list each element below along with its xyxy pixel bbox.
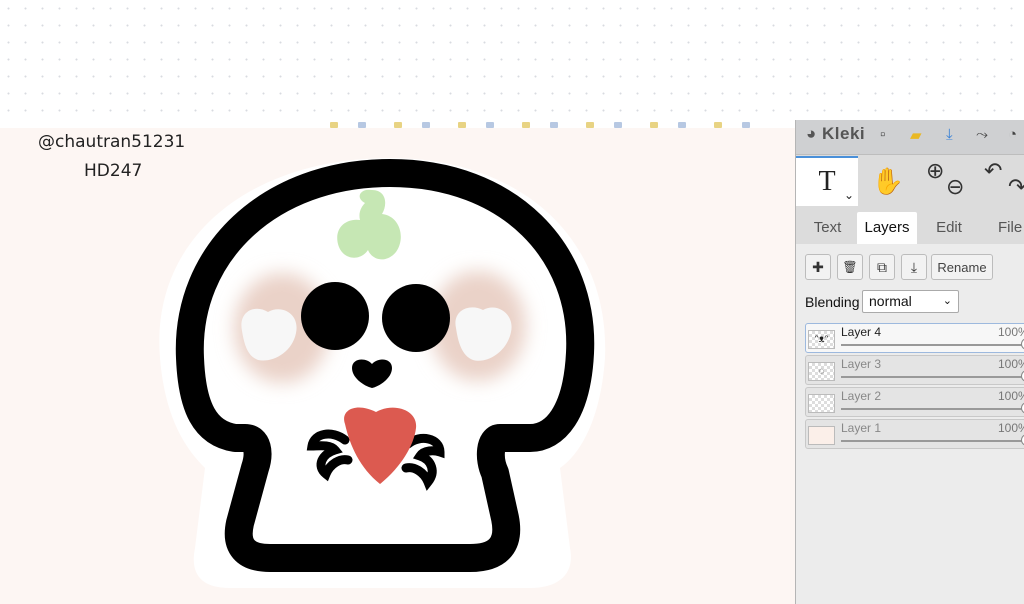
- layer-name: Layer 2: [841, 389, 882, 403]
- merge-layer-button[interactable]: ⤓: [901, 254, 927, 280]
- text-tool-button[interactable]: T ⌄: [796, 156, 858, 206]
- layer-name: Layer 4: [841, 325, 882, 339]
- credit-code: HD247: [84, 161, 143, 181]
- hand-tool-button[interactable]: ✋: [858, 156, 918, 206]
- help-icon[interactable]: ◔: [1008, 126, 1017, 143]
- duplicate-icon: ⧉: [877, 258, 887, 275]
- duplicate-layer-button[interactable]: ⧉: [869, 254, 895, 280]
- layer-name: Layer 1: [841, 421, 882, 435]
- blending-select[interactable]: normal ⌄: [862, 290, 959, 313]
- layer-row[interactable]: Layer 1 100%: [805, 419, 1024, 449]
- plus-icon: ✚: [812, 258, 824, 275]
- tool-row: T ⌄ ✋ ⊕ ⊖ ↶ ↷: [796, 156, 1024, 206]
- app-logo[interactable]: ◕ Kleki: [806, 124, 865, 144]
- layer-thumbnail: ᵔᴥᵔ: [808, 330, 835, 349]
- opacity-slider[interactable]: [841, 402, 1024, 414]
- layer-name: Layer 3: [841, 357, 882, 371]
- text-tool-icon: T: [818, 166, 836, 197]
- layer-row[interactable]: Layer 2 100%: [805, 387, 1024, 417]
- folder-icon[interactable]: ▰: [910, 126, 922, 144]
- layer-row[interactable]: ᵔᴥᵔ Layer 4 100%: [805, 323, 1024, 353]
- chevron-down-icon: ⌄: [942, 295, 952, 307]
- blending-value: normal: [869, 293, 912, 309]
- layer-opacity: 100%: [998, 421, 1024, 435]
- credit-username: @chautran51231: [38, 132, 186, 152]
- redo-icon[interactable]: ↷: [1008, 174, 1024, 200]
- add-layer-button[interactable]: ✚: [805, 254, 831, 280]
- opacity-slider[interactable]: [841, 338, 1024, 350]
- hand-icon: ✋: [871, 165, 905, 196]
- tab-edit[interactable]: Edit: [919, 212, 979, 244]
- layer-row[interactable]: ◌ Layer 3 100%: [805, 355, 1024, 385]
- layer-thumbnail: ◌: [808, 362, 835, 381]
- layer-opacity: 100%: [998, 325, 1024, 339]
- undo-redo-controls: ↶ ↷: [982, 156, 1024, 206]
- blending-label: Blending: [805, 294, 860, 310]
- palette-icon: ◕: [806, 124, 817, 143]
- layers-panel: ✚ 🗑 ⧉ ⤓ Rename Blending normal ⌄ ᵔᴥᵔ Lay…: [796, 244, 1024, 604]
- skull-drawing: [159, 158, 606, 588]
- chevron-down-icon[interactable]: ⌄: [844, 188, 854, 202]
- zoom-controls: ⊕ ⊖: [922, 156, 972, 206]
- layer-thumbnail: [808, 426, 835, 445]
- side-panel: ◕ Kleki ▫ ▰ ⤓ ⤳ ◔ T ⌄ ✋ ⊕ ⊖ ↶ ↷ Text Lay…: [795, 120, 1024, 604]
- tab-text[interactable]: Text: [800, 212, 855, 244]
- left-eye: [301, 282, 369, 350]
- right-eye: [382, 284, 450, 352]
- panel-tabs: Text Layers Edit File: [796, 212, 1024, 244]
- panel-header: ◕ Kleki ▫ ▰ ⤓ ⤳ ◔: [796, 120, 1024, 155]
- opacity-slider[interactable]: [841, 434, 1024, 446]
- opacity-slider[interactable]: [841, 370, 1024, 382]
- undo-icon[interactable]: ↶: [984, 158, 1002, 184]
- trash-icon: 🗑: [842, 260, 858, 274]
- top-dotted-background: [0, 0, 1024, 124]
- drawing-canvas[interactable]: @chautran51231 HD247: [0, 128, 795, 604]
- tab-file[interactable]: File: [981, 212, 1024, 244]
- layer-opacity: 100%: [998, 357, 1024, 371]
- merge-down-icon: ⤓: [910, 258, 918, 275]
- tab-layers[interactable]: Layers: [857, 212, 917, 244]
- layer-thumbnail: [808, 394, 835, 413]
- delete-layer-button[interactable]: 🗑: [837, 254, 863, 280]
- app-name: Kleki: [822, 124, 866, 143]
- zoom-in-icon[interactable]: ⊕: [926, 158, 944, 184]
- new-file-icon[interactable]: ▫: [880, 126, 885, 143]
- zoom-out-icon[interactable]: ⊖: [946, 174, 964, 200]
- download-icon[interactable]: ⤓: [946, 126, 953, 143]
- share-icon[interactable]: ⤳: [976, 126, 988, 143]
- rename-layer-button[interactable]: Rename: [931, 254, 993, 280]
- layer-opacity: 100%: [998, 389, 1024, 403]
